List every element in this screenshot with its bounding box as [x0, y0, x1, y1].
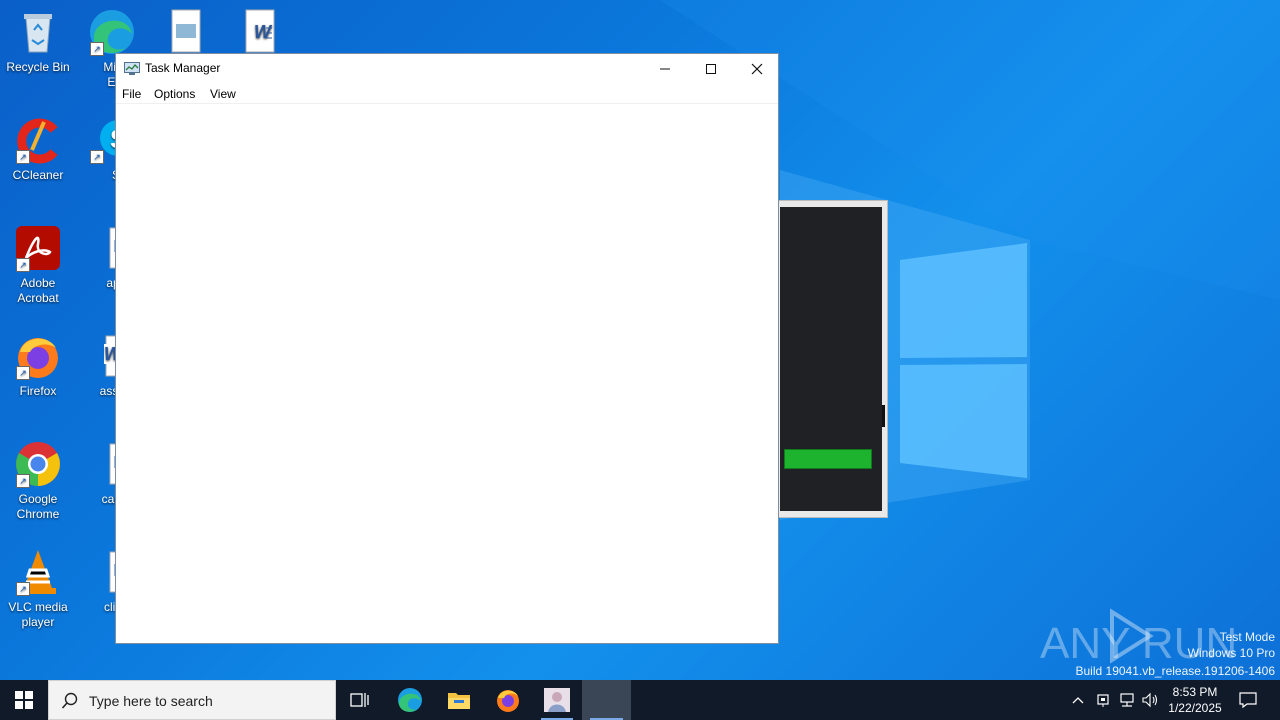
desktop-icon-adobe-acrobat[interactable]: ↗ Adobe Acrobat [0, 224, 76, 306]
shortcut-arrow-icon: ↗ [16, 366, 30, 380]
shortcut-arrow-icon: ↗ [90, 150, 104, 164]
watermark-test-mode: Test Mode [1219, 630, 1275, 644]
menu-view[interactable]: View [210, 87, 236, 101]
title-bar[interactable]: Task Manager [116, 54, 778, 84]
menu-options[interactable]: Options [154, 87, 195, 101]
taskbar-file-explorer[interactable] [435, 680, 483, 720]
chrome-icon: ↗ [14, 440, 62, 488]
desktop-icon-label: CCleaner [12, 168, 64, 182]
network-button[interactable] [1116, 680, 1138, 720]
clock[interactable]: 8:53 PM 1/22/2025 [1164, 680, 1226, 720]
usb-device-icon [1097, 694, 1109, 707]
taskbar-search-box[interactable]: Type here to search [48, 680, 336, 720]
menu-file[interactable]: File [122, 87, 141, 101]
chevron-up-icon [1072, 697, 1084, 704]
minimize-icon [660, 68, 670, 70]
watermark-build: Build 19041.vb_release.191206-1406 [1075, 664, 1276, 678]
clock-time: 8:53 PM [1172, 685, 1218, 699]
shortcut-arrow-icon: ↗ [16, 258, 30, 272]
desktop-icon-recycle-bin[interactable]: Recycle Bin [0, 8, 76, 75]
folder-icon [448, 693, 470, 709]
taskbar-edge[interactable] [386, 680, 434, 720]
desktop-icon-label: Google Chrome [16, 492, 60, 521]
vlc-cone-icon: ↗ [14, 548, 62, 596]
task-view-icon [350, 693, 369, 707]
tray-device-icon-button[interactable] [1092, 680, 1114, 720]
svg-text:W: W [254, 22, 273, 42]
task-manager-icon [124, 62, 140, 75]
background-console-window[interactable] [775, 200, 888, 518]
shortcut-arrow-icon: ↗ [16, 150, 30, 164]
search-placeholder: Type here to search [89, 693, 213, 709]
close-button[interactable] [734, 54, 780, 84]
taskbar-task-manager[interactable] [582, 680, 631, 720]
taskbar-firefox[interactable] [484, 680, 532, 720]
taskbar-app-image[interactable] [533, 680, 581, 720]
task-view-button[interactable] [336, 680, 384, 720]
image-file-icon [162, 8, 210, 56]
desktop-icon-label: Firefox [19, 384, 57, 398]
desktop-icon-firefox[interactable]: ↗ Firefox [0, 332, 76, 399]
desktop-icon-label: VLC media player [8, 600, 68, 629]
desktop-icon-label: Recycle Bin [6, 60, 70, 74]
console-scroll-marker [882, 405, 885, 427]
edge-icon: ↗ [88, 8, 136, 56]
progress-bar [784, 449, 872, 469]
desktop-icon-vlc[interactable]: ↗ VLC media player [0, 548, 76, 630]
desktop-icon-ccleaner[interactable]: ↗ CCleaner [0, 116, 76, 183]
volume-button[interactable] [1140, 680, 1162, 720]
close-icon [751, 63, 763, 75]
taskbar: Type here to search 8:53 PM 1/22/2025 [0, 680, 1280, 720]
speaker-icon [1142, 692, 1158, 708]
firefox-icon [497, 690, 519, 712]
word-doc-icon: W [236, 8, 284, 56]
network-icon [1120, 693, 1134, 707]
notification-icon [1239, 692, 1257, 709]
menu-bar: File Options View [116, 84, 778, 104]
acrobat-icon: ↗ [14, 224, 62, 272]
task-manager-window[interactable]: Task Manager File Options View [115, 53, 779, 644]
recycle-bin-icon [14, 8, 62, 56]
desktop-icon-google-chrome[interactable]: ↗ Google Chrome [0, 440, 76, 522]
task-manager-content [116, 104, 778, 643]
action-center-button[interactable] [1232, 680, 1264, 720]
ccleaner-icon: ↗ [14, 116, 62, 164]
shortcut-arrow-icon: ↗ [16, 474, 30, 488]
shortcut-arrow-icon: ↗ [16, 582, 30, 596]
firefox-icon: ↗ [14, 332, 62, 380]
app-thumbnail-icon [544, 688, 570, 712]
shortcut-arrow-icon: ↗ [90, 42, 104, 56]
desktop-icon-label: Adobe Acrobat [17, 276, 59, 305]
show-hidden-icons-button[interactable] [1068, 680, 1088, 720]
maximize-button[interactable] [688, 54, 734, 84]
edge-icon [398, 688, 422, 712]
watermark-edition: Windows 10 Pro [1187, 646, 1275, 660]
search-icon [61, 692, 78, 709]
window-title: Task Manager [145, 61, 221, 75]
start-button[interactable] [0, 680, 48, 720]
minimize-button[interactable] [642, 54, 688, 84]
clock-date: 1/22/2025 [1168, 701, 1222, 715]
maximize-icon [706, 64, 716, 74]
console-content [780, 207, 885, 511]
windows-logo-icon [15, 691, 33, 709]
